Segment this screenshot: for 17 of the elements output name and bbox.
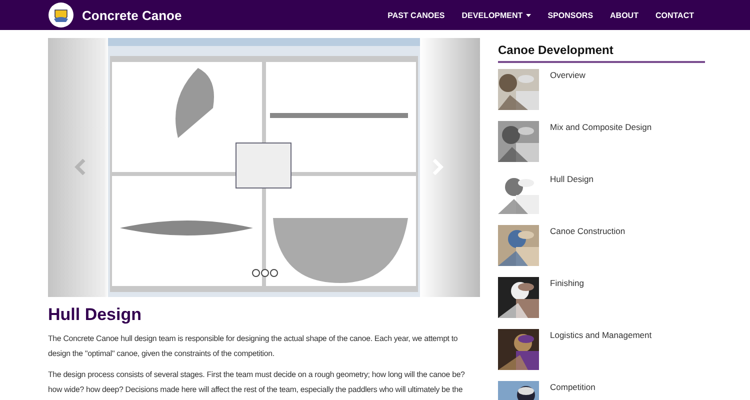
site-title[interactable]: Concrete Canoe — [82, 8, 182, 22]
sidebar-link[interactable]: Overview — [550, 70, 586, 110]
sidebar-link[interactable]: Logistics and Management — [550, 330, 652, 370]
caret-icon — [526, 14, 531, 16]
sidebar-title: Canoe Development — [498, 43, 705, 63]
nav-link[interactable]: DEVELOPMENT — [462, 10, 531, 20]
sidebar-link[interactable]: Competition — [550, 382, 596, 400]
sidebar-link[interactable]: Mix and Composite Design — [550, 122, 652, 162]
nav-link[interactable]: PAST CANOES — [388, 10, 445, 20]
nav-link[interactable]: CONTACT — [655, 10, 694, 20]
article-heading: Hull Design — [48, 305, 143, 325]
nav-link[interactable]: SPONSORS — [548, 10, 594, 20]
nav-link[interactable]: ABOUT — [610, 10, 638, 20]
sidebar-link[interactable]: Finishing — [550, 278, 584, 318]
sidebar-link[interactable]: Hull Design — [550, 174, 594, 214]
logo-icon[interactable] — [48, 2, 74, 28]
sidebar-link[interactable]: Canoe Construction — [550, 226, 626, 266]
